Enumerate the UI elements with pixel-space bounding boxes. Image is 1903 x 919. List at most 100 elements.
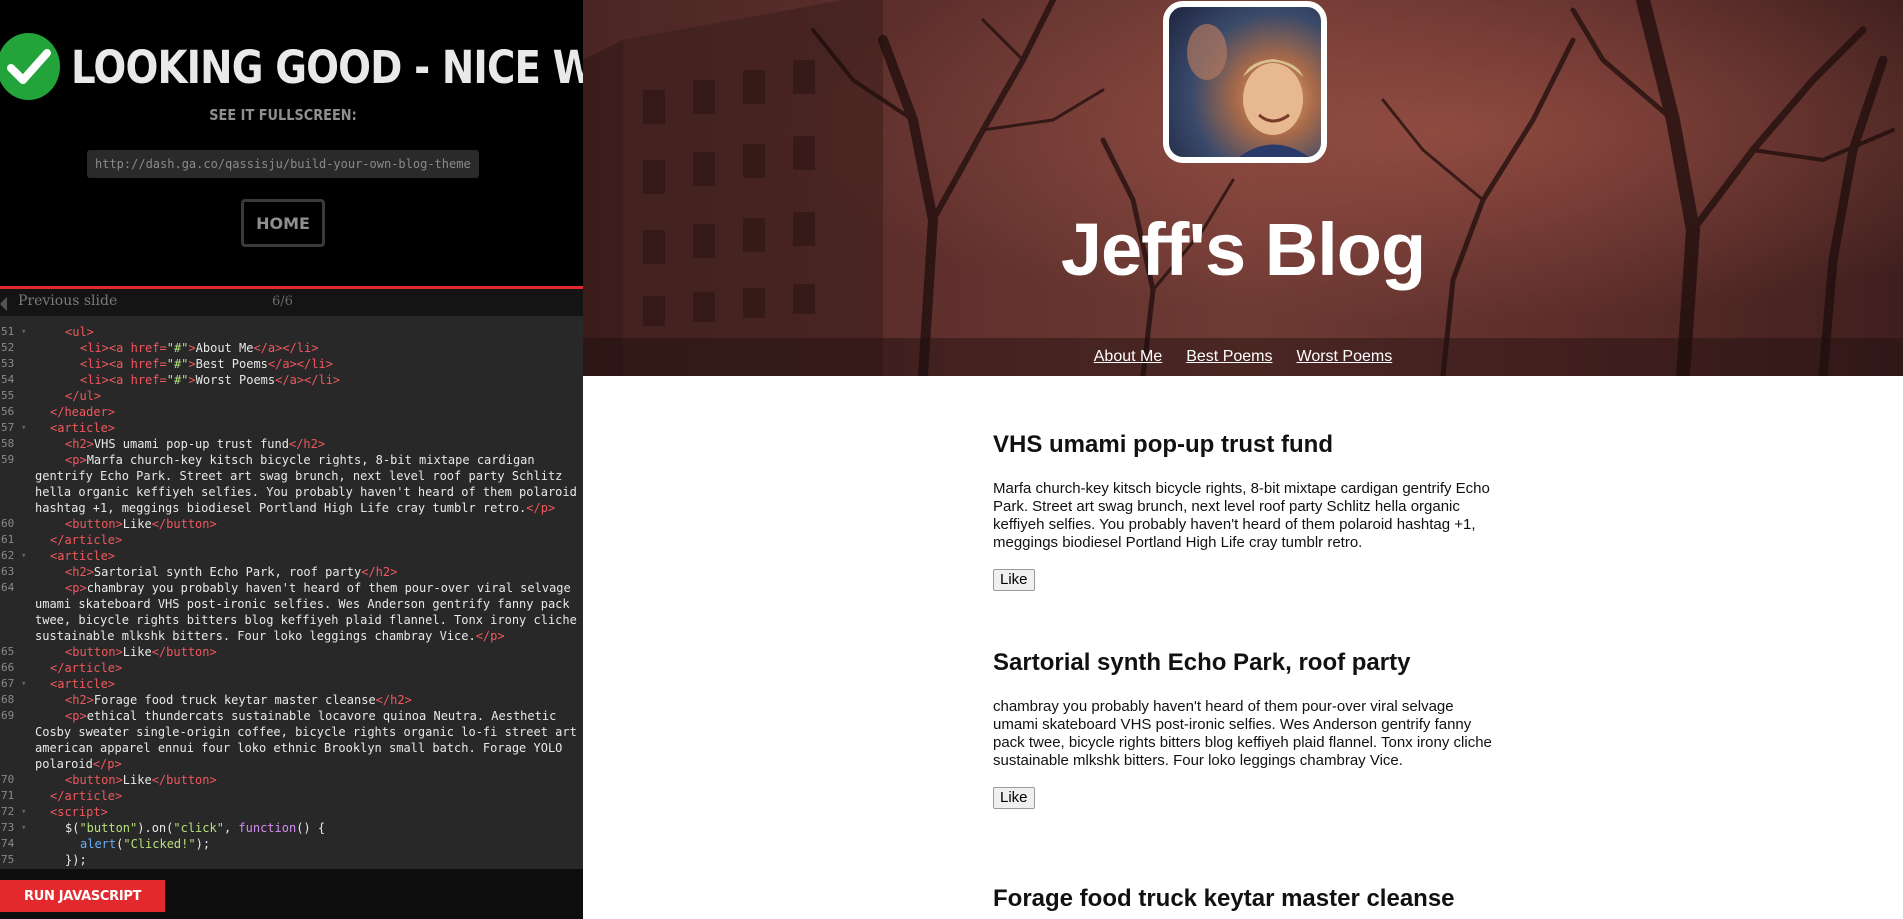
- code-line[interactable]: 71 </article>: [0, 788, 583, 804]
- line-number: 66: [1, 661, 15, 674]
- code-text: $("button").on("click", function() {: [65, 821, 326, 835]
- code-text: </article>: [50, 661, 123, 675]
- code-line[interactable]: hashtag +1, meggings biodiesel Portland …: [0, 500, 583, 516]
- code-text: </ul>: [65, 389, 102, 403]
- line-number: 60: [1, 517, 15, 530]
- line-number: 53: [1, 357, 15, 370]
- code-line[interactable]: 75});: [0, 852, 583, 868]
- success-title: LOOKING GOOD - NICE WORK!: [71, 41, 583, 94]
- checkmark-icon: [0, 33, 60, 100]
- tutorial-panel: LOOKING GOOD - NICE WORK! SEE IT FULLSCR…: [0, 0, 583, 919]
- nav-link-worst-poems[interactable]: Worst Poems: [1297, 348, 1393, 366]
- code-line[interactable]: 51 ▾ <ul>: [0, 324, 583, 340]
- code-line[interactable]: gentrify Echo Park. Street art swag brun…: [0, 468, 583, 484]
- code-line[interactable]: twee, bicycle rights bitters blog keffiy…: [0, 612, 583, 628]
- article-heading: Sartorial synth Echo Park, roof party: [993, 649, 1411, 676]
- code-text: <ul>: [65, 325, 94, 339]
- code-line[interactable]: 68 <h2>Forage food truck keytar master cl…: [0, 692, 583, 708]
- nav-link-about-me[interactable]: About Me: [1094, 348, 1162, 366]
- code-line[interactable]: 53 <li><a href="#">Best Poems</a></li>: [0, 356, 583, 372]
- code-text: umami skateboard VHS post-ironic selfies…: [35, 597, 570, 611]
- code-line[interactable]: 64 <p>chambray you probably haven't heard…: [0, 580, 583, 596]
- code-text: });: [65, 853, 87, 867]
- code-line[interactable]: 62 ▾ <article>: [0, 548, 583, 564]
- code-line[interactable]: umami skateboard VHS post-ironic selfies…: [0, 596, 583, 612]
- code-line[interactable]: 55 </ul>: [0, 388, 583, 404]
- code-text: <h2>Forage food truck keytar master clea…: [65, 693, 412, 707]
- code-editor[interactable]: 51 ▾ <ul> 52 <li><a href="#">About Me</a></l…: [0, 316, 583, 869]
- code-text: <li><a href="#">Worst Poems</a></li>: [80, 373, 341, 387]
- article-body: chambray you probably haven't heard of t…: [993, 698, 1492, 769]
- code-line[interactable]: 73 ▾ $("button").on("click", function() {: [0, 820, 583, 836]
- line-number: 52: [1, 341, 15, 354]
- previous-slide-link[interactable]: Previous slide: [18, 293, 117, 309]
- code-text: hella organic keffiyeh selfies. You prob…: [35, 485, 577, 499]
- code-line[interactable]: american apparel ennui four loko ethnic …: [0, 740, 583, 756]
- like-button[interactable]: Like: [993, 787, 1035, 809]
- code-line[interactable]: 65 <button>Like</button>: [0, 644, 583, 660]
- article-1: VHS umami pop-up trust fund Marfa church…: [993, 430, 1493, 591]
- line-number: 70: [1, 773, 15, 786]
- code-text: <script>: [50, 805, 108, 819]
- code-line[interactable]: 70 <button>Like</button>: [0, 772, 583, 788]
- fold-arrow-icon[interactable]: ▾: [21, 676, 26, 692]
- code-line[interactable]: sustainable mlkshk bitters. Four loko le…: [0, 628, 583, 644]
- line-number: 61: [1, 533, 15, 546]
- code-line[interactable]: 72 ▾ <script>: [0, 804, 583, 820]
- line-number: 69: [1, 709, 15, 722]
- line-number: 63: [1, 565, 15, 578]
- code-line[interactable]: 69 <p>ethical thundercats sustainable loc…: [0, 708, 583, 724]
- code-line[interactable]: 61 </article>: [0, 532, 583, 548]
- code-text: <p>chambray you probably haven't heard o…: [65, 581, 571, 595]
- article-2: Sartorial synth Echo Park, roof party ch…: [993, 648, 1493, 809]
- fullscreen-label: SEE IT FULLSCREEN:: [209, 106, 357, 124]
- code-line[interactable]: 63 <h2>Sartorial synth Echo Park, roof pa…: [0, 564, 583, 580]
- line-number: 64: [1, 581, 15, 594]
- code-text: <button>Like</button>: [65, 517, 217, 531]
- line-number: 55: [1, 389, 15, 402]
- code-text: <article>: [50, 677, 116, 691]
- code-line[interactable]: polaroid</p>: [0, 756, 583, 772]
- fullscreen-url-field[interactable]: http://dash.ga.co/qassisju/build-your-ow…: [87, 150, 479, 178]
- code-line[interactable]: 56 </header>: [0, 404, 583, 420]
- code-line[interactable]: 58 <h2>VHS umami pop-up trust fund</h2>: [0, 436, 583, 452]
- previous-arrow-icon[interactable]: [0, 297, 7, 311]
- code-text: alert("Clicked!");: [80, 837, 211, 851]
- code-text: <article>: [50, 421, 116, 435]
- code-line[interactable]: Cosby sweater single-origin coffee, bicy…: [0, 724, 583, 740]
- blog-header: Jeff's Blog About Me Best Poems Worst Po…: [583, 0, 1903, 376]
- code-line[interactable]: 67 ▾ <article>: [0, 676, 583, 692]
- code-text: gentrify Echo Park. Street art swag brun…: [35, 469, 563, 483]
- fold-arrow-icon[interactable]: ▾: [21, 820, 26, 836]
- line-number: 75: [1, 853, 15, 866]
- nav-link-best-poems[interactable]: Best Poems: [1186, 348, 1272, 366]
- fold-arrow-icon[interactable]: ▾: [21, 548, 26, 564]
- line-number: 68: [1, 693, 15, 706]
- code-line[interactable]: 60 <button>Like</button>: [0, 516, 583, 532]
- success-banner: LOOKING GOOD - NICE WORK! SEE IT FULLSCR…: [0, 0, 583, 286]
- fold-arrow-icon[interactable]: ▾: [21, 420, 26, 436]
- line-number: 56: [1, 405, 15, 418]
- code-text: </header>: [50, 405, 116, 419]
- code-line[interactable]: 66 </article>: [0, 660, 583, 676]
- line-number: 65: [1, 645, 15, 658]
- code-line[interactable]: 54 <li><a href="#">Worst Poems</a></li>: [0, 372, 583, 388]
- fold-arrow-icon[interactable]: ▾: [21, 324, 26, 340]
- code-text: <button>Like</button>: [65, 645, 217, 659]
- slide-navigation: Previous slide 6/6: [0, 286, 583, 316]
- code-line[interactable]: hella organic keffiyeh selfies. You prob…: [0, 484, 583, 500]
- line-number: 59: [1, 453, 15, 466]
- code-line[interactable]: 74 alert("Clicked!");: [0, 836, 583, 852]
- home-button[interactable]: HOME: [241, 199, 325, 247]
- code-text: </article>: [50, 789, 123, 803]
- like-button[interactable]: Like: [993, 569, 1035, 591]
- code-line[interactable]: 59 <p>Marfa church-key kitsch bicycle rig…: [0, 452, 583, 468]
- fold-arrow-icon[interactable]: ▾: [21, 804, 26, 820]
- code-text: <button>Like</button>: [65, 773, 217, 787]
- preview-pane: Jeff's Blog About Me Best Poems Worst Po…: [583, 0, 1903, 919]
- code-line[interactable]: 52 <li><a href="#">About Me</a></li>: [0, 340, 583, 356]
- code-line[interactable]: 57 ▾ <article>: [0, 420, 583, 436]
- code-text: american apparel ennui four loko ethnic …: [35, 741, 563, 755]
- line-number: 54: [1, 373, 15, 386]
- run-javascript-button[interactable]: RUN JAVASCRIPT: [0, 880, 165, 912]
